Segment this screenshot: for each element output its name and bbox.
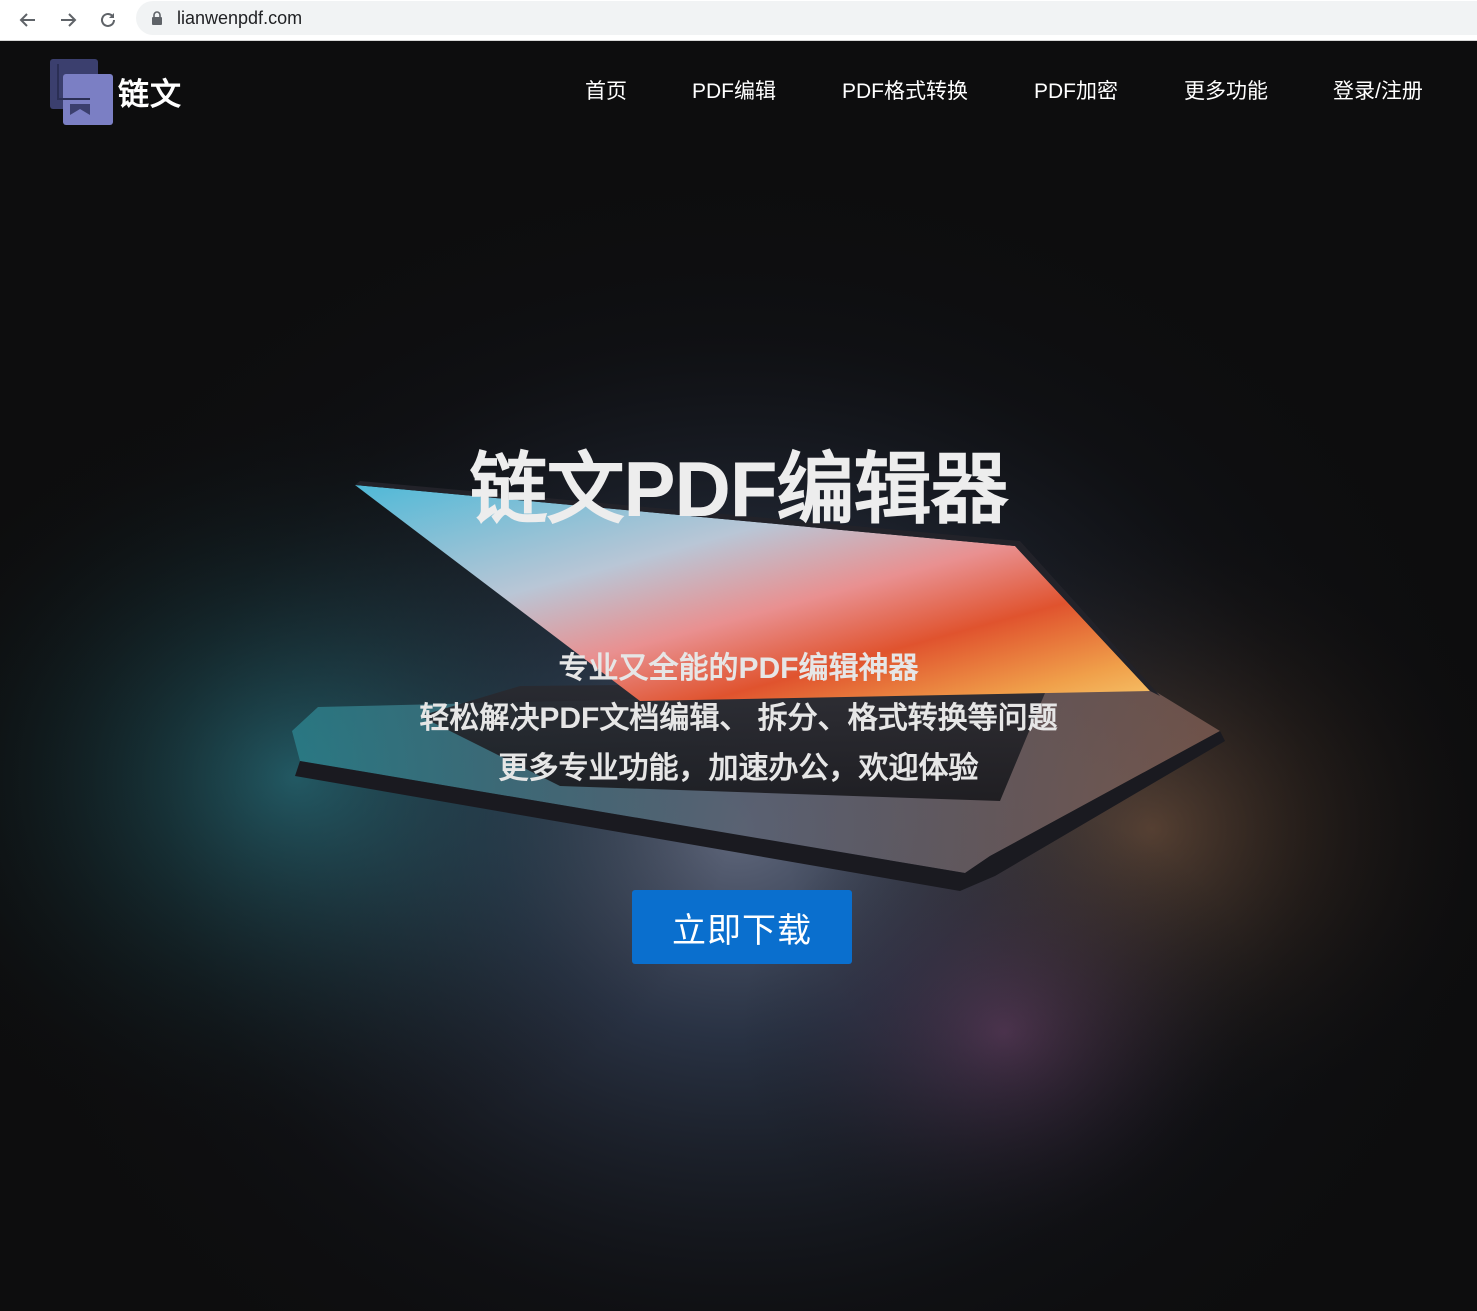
landing-page: 链文 首页 PDF编辑 PDF格式转换 PDF加密 更多功能 登录/注册 链文P… (0, 41, 1477, 1311)
nav-pdf-encrypt[interactable]: PDF加密 (1034, 77, 1118, 107)
hero-title: 链文PDF编辑器 (469, 445, 1008, 533)
hero-line: 轻松解决PDF文档编辑、 拆分、格式转换等问题 (419, 702, 1058, 735)
nav-pdf-convert[interactable]: PDF格式转换 (842, 77, 968, 107)
hero-line: 更多专业功能，加速办公，欢迎体验 (498, 752, 979, 785)
forward-button[interactable] (53, 5, 83, 35)
nav-login-register[interactable]: 登录/注册 (1333, 77, 1423, 107)
reload-button[interactable] (93, 5, 123, 35)
main-nav: 首页 PDF编辑 PDF格式转换 PDF加密 更多功能 登录/注册 (0, 77, 1477, 107)
lock-icon (151, 11, 163, 25)
arrow-right-icon (61, 13, 77, 27)
nav-more-features[interactable]: 更多功能 (1184, 77, 1268, 107)
site-header: 链文 首页 PDF编辑 PDF格式转换 PDF加密 更多功能 登录/注册 (0, 41, 1477, 141)
nav-pdf-edit[interactable]: PDF编辑 (692, 77, 776, 107)
hero-line: 专业又全能的PDF编辑神器 (558, 652, 919, 685)
download-button[interactable]: 立即下载 (632, 890, 852, 964)
address-bar[interactable]: lianwenpdf.com (136, 1, 1477, 35)
arrow-left-icon (19, 13, 35, 27)
back-button[interactable] (13, 5, 43, 35)
hero-description: 专业又全能的PDF编辑神器 轻松解决PDF文档编辑、 拆分、格式转换等问题 更多… (0, 644, 1477, 794)
reload-icon (101, 12, 115, 27)
browser-toolbar: lianwenpdf.com (0, 0, 1477, 41)
nav-home[interactable]: 首页 (585, 77, 627, 107)
url-text: lianwenpdf.com (177, 7, 303, 28)
